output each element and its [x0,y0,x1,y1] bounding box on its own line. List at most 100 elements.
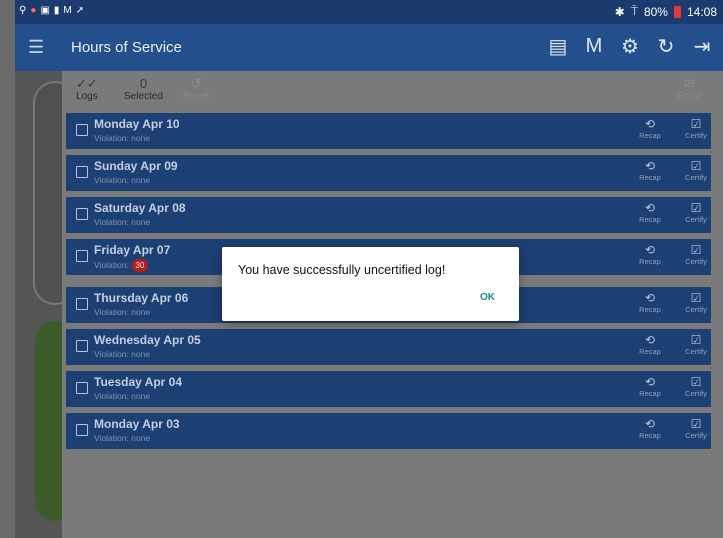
ok-button[interactable]: OK [480,292,495,303]
log-day: Friday Apr 07 [94,243,171,257]
recap-button[interactable]: ⟲ Recap [635,291,665,314]
alert-icon: ● [30,5,37,16]
m-icon[interactable]: M [583,35,605,58]
battery-percent: 80% [643,4,668,19]
row-checkbox[interactable] [76,382,88,394]
log-violation: Violation: none [94,175,151,185]
recap-button[interactable]: ⟲ Recap [635,159,665,182]
recap-label: Recap [639,389,661,398]
recap-label: Recap [639,347,661,356]
certify-button[interactable]: ☑ Certify [681,243,711,266]
logs-label: Logs [76,91,98,102]
violation-badge: 30 [131,259,148,272]
email-icon: ✉ [684,76,695,91]
battery-icon [673,5,681,18]
recap-label: Recap [639,131,661,140]
certify-label: Certify [685,257,707,266]
history-icon: ⟲ [644,117,656,131]
log-day: Thursday Apr 06 [94,291,189,305]
log-violation: Violation: 30 [94,259,148,272]
row-checkbox[interactable] [76,340,88,352]
certify-button[interactable]: ☑ Certify [681,201,711,224]
row-checkbox[interactable] [76,124,88,136]
log-day: Wednesday Apr 05 [94,333,201,347]
certify-button[interactable]: ☑ Certify [681,117,711,140]
app-screen: ⚲ ● ▣ ▮ M ➚ ✱ ⍑ 80% 14:08 ☰ Hours of Ser… [0,0,723,538]
email-label: Email [677,91,703,102]
recap-button[interactable]: ⟲ Recap [635,243,665,266]
certify-icon: ☑ [690,375,702,389]
history-icon: ⟲ [644,159,656,173]
recap-button[interactable]: ⟲ Recap [635,201,665,224]
history-icon: ⟲ [644,375,656,389]
certify-button[interactable]: ☑ Certify [681,333,711,356]
recap-label: Recap [639,215,661,224]
log-violation: Violation: none [94,391,151,401]
recap-button[interactable]: ⟲ Recap [635,117,665,140]
reset-label: Reset [183,91,210,102]
row-checkbox[interactable] [76,166,88,178]
row-checkbox[interactable] [76,208,88,220]
uncertify-success-dialog: You have successfully uncertified log! O… [222,247,519,321]
history-icon: ⟲ [644,243,656,257]
recap-button[interactable]: ⟲ Recap [635,333,665,356]
log-violation: Violation: none [94,307,151,317]
recap-button[interactable]: ⟲ Recap [635,417,665,440]
certify-label: Certify [685,173,707,182]
logs-button[interactable]: ✓✓ Logs [76,77,98,103]
page-title: Hours of Service [71,39,182,56]
log-row[interactable]: Saturday Apr 08 Violation: none ⟲ Recap ☑… [66,197,711,233]
certify-button[interactable]: ☑ Certify [681,417,711,440]
log-day: Monday Apr 10 [94,117,180,131]
row-checkbox[interactable] [76,298,88,310]
selected-label: Selected [124,91,163,102]
recap-button[interactable]: ⟲ Recap [635,375,665,398]
selected-counter: 0 Selected [124,76,163,103]
certify-icon: ☑ [690,243,702,257]
certify-label: Certify [685,431,707,440]
hamburger-menu-icon[interactable]: ☰ [28,37,48,57]
gmail-icon: M [63,5,72,16]
doc-icon: ▮ [53,5,60,16]
certify-icon: ☑ [690,333,702,347]
log-day: Sunday Apr 09 [94,159,178,173]
clock: 14:08 [686,4,717,19]
dvir-icon[interactable]: ⚙ [619,34,641,59]
email-button[interactable]: ✉ Email [677,76,703,103]
certify-label: Certify [685,215,707,224]
row-checkbox[interactable] [76,424,88,436]
log-day: Tuesday Apr 04 [94,375,183,389]
log-row[interactable]: Tuesday Apr 04 Violation: none ⟲ Recap ☑ C… [66,371,711,407]
logs-toolbar: ✓✓ Logs 0 Selected ↺ Reset ✉ Email [62,71,723,111]
messages-icon[interactable]: ▤ [547,34,569,59]
history-icon: ⟲ [644,291,656,305]
log-day: Saturday Apr 08 [94,201,186,215]
certify-icon: ☑ [690,201,702,215]
certify-button[interactable]: ☑ Certify [681,159,711,182]
log-row[interactable]: Monday Apr 10 Violation: none ⟲ Recap ☑ Ce… [66,113,711,149]
image-icon: ▣ [40,5,50,16]
certify-label: Certify [685,347,707,356]
selected-count: 0 [139,76,148,91]
log-row[interactable]: Monday Apr 03 Violation: none ⟲ Recap ☑ Ce… [66,413,711,449]
history-icon: ⟲ [644,333,656,347]
reset-button[interactable]: ↺ Reset [183,76,210,103]
status-left-icons: ⚲ ● ▣ ▮ M ➚ [19,5,84,17]
reset-icon: ↺ [190,76,202,91]
history-icon: ⟲ [644,417,656,431]
app-bar: ☰ Hours of Service ▤ M ⚙ ↻ ⇥ [15,24,723,71]
log-violation: Violation: none [94,433,151,443]
logout-icon[interactable]: ⇥ [691,34,713,59]
certify-button[interactable]: ☑ Certify [681,291,711,314]
recap-label: Recap [639,257,661,266]
log-violation: Violation: none [94,133,151,143]
dialog-message: You have successfully uncertified log! [238,263,446,277]
row-checkbox[interactable] [76,250,88,262]
certify-icon: ☑ [690,159,702,173]
certify-button[interactable]: ☑ Certify [681,375,711,398]
certify-label: Certify [685,389,707,398]
log-row[interactable]: Sunday Apr 09 Violation: none ⟲ Recap ☑ Ce… [66,155,711,191]
refresh-icon[interactable]: ↻ [655,34,677,59]
certify-icon: ☑ [690,417,702,431]
log-row[interactable]: Wednesday Apr 05 Violation: none ⟲ Recap … [66,329,711,365]
